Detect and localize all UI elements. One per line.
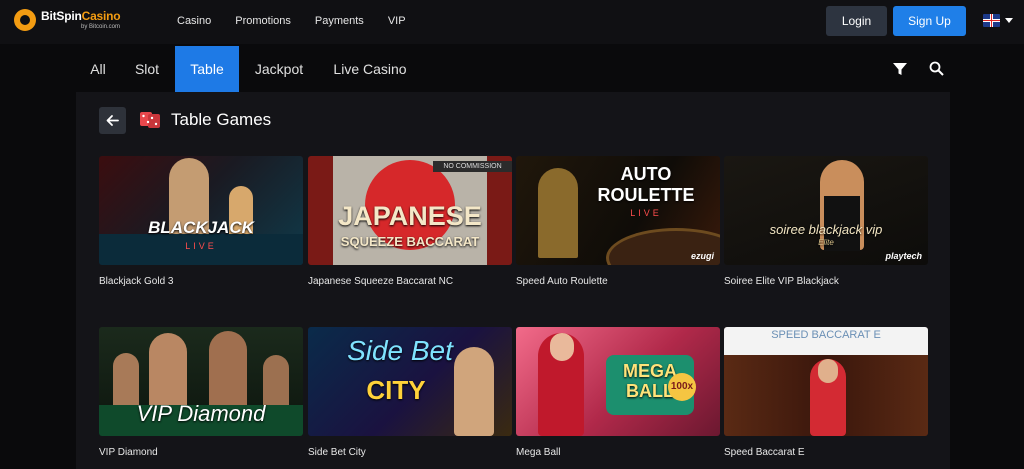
nav-promotions[interactable]: Promotions <box>235 15 291 27</box>
section-title: Table Games <box>171 110 272 129</box>
provider-logo: playtech <box>885 251 922 261</box>
game-name[interactable]: Soiree Elite VIP Blackjack <box>724 276 839 287</box>
category-tabs: All Slot Table Jackpot Live Casino <box>0 46 1024 92</box>
game-name[interactable]: VIP Diamond <box>99 447 158 458</box>
game-card-side-bet-city[interactable]: Side Bet CITY <box>308 327 512 436</box>
game-card-speed-auto-roulette[interactable]: AUTO ROULETTE LIVE ezugi <box>516 156 720 265</box>
no-commission-badge: NO COMMISSION <box>433 161 512 172</box>
live-badge: LIVE <box>185 241 217 251</box>
arrow-left-icon <box>106 115 119 126</box>
dealer-image <box>113 353 139 408</box>
dealer-image <box>209 331 247 411</box>
tab-table[interactable]: Table <box>175 46 239 92</box>
game-art-title: VIP Diamond <box>136 401 266 426</box>
nav-casino[interactable]: Casino <box>177 15 211 27</box>
game-card-speed-baccarat-e[interactable]: SPEED BACCARAT E <box>724 327 928 436</box>
game-card-mega-ball[interactable]: MEGA BALL 100x <box>516 327 720 436</box>
game-name[interactable]: Speed Baccarat E <box>724 447 805 458</box>
brand-logo-icon <box>14 9 36 31</box>
game-name[interactable]: Japanese Squeeze Baccarat NC <box>308 276 453 287</box>
game-card-blackjack-gold-3[interactable]: BLACKJACK LIVE <box>99 156 303 265</box>
game-card-soiree-elite-vip-blackjack[interactable]: soiree blackjack vip Elite playtech <box>724 156 928 265</box>
game-art-title: BLACKJACK <box>148 218 254 237</box>
game-art-title: SPEED BACCARAT E <box>771 329 881 341</box>
signup-button[interactable]: Sign Up <box>893 6 966 36</box>
multiplier-badge: 100x <box>668 373 696 401</box>
game-art-title: soiree blackjack vip <box>769 222 883 237</box>
tab-all[interactable]: All <box>82 46 114 92</box>
chevron-down-icon[interactable] <box>1005 18 1013 23</box>
game-name[interactable]: Mega Ball <box>516 447 560 458</box>
login-button[interactable]: Login <box>826 6 887 36</box>
top-nav: Casino Promotions Payments VIP <box>177 15 430 27</box>
game-art-title: Side Bet <box>347 335 453 366</box>
search-icon[interactable] <box>929 61 944 76</box>
uk-flag-icon[interactable] <box>983 14 1000 27</box>
provider-logo: ezugi <box>690 251 714 261</box>
game-art-subtitle: Elite <box>818 238 834 247</box>
nav-payments[interactable]: Payments <box>315 15 364 27</box>
brand-name: BitSpin <box>41 9 82 23</box>
game-card-vip-diamond[interactable]: VIP Diamond <box>99 327 303 436</box>
brand-logo[interactable]: BitSpinCasino by Bitcoin.com <box>14 9 121 31</box>
game-name[interactable]: Speed Auto Roulette <box>516 276 608 287</box>
filter-icon[interactable] <box>893 62 907 76</box>
tab-jackpot[interactable]: Jackpot <box>249 46 309 92</box>
nav-vip[interactable]: VIP <box>388 15 406 27</box>
game-art-subtitle: SQUEEZE BACCARAT <box>340 234 480 249</box>
brand-name-accent: Casino <box>81 9 121 23</box>
live-badge: LIVE <box>630 208 662 218</box>
game-art-title: JAPANESE <box>338 201 482 231</box>
game-art-subtitle: CITY <box>366 375 426 405</box>
tab-slot[interactable]: Slot <box>127 46 167 92</box>
game-name[interactable]: Blackjack Gold 3 <box>99 276 173 287</box>
tab-live-casino[interactable]: Live Casino <box>329 46 411 92</box>
dice-icon <box>140 112 160 128</box>
brand-byline: by Bitcoin.com <box>81 24 121 30</box>
game-card-japanese-squeeze-baccarat[interactable]: NO COMMISSION JAPANESE SQUEEZE BACCARAT <box>308 156 512 265</box>
game-art-title: AUTO ROULETTE <box>597 164 695 205</box>
game-name[interactable]: Side Bet City <box>308 447 366 458</box>
back-button[interactable] <box>99 107 126 134</box>
roulette-ornament-image <box>538 168 578 258</box>
